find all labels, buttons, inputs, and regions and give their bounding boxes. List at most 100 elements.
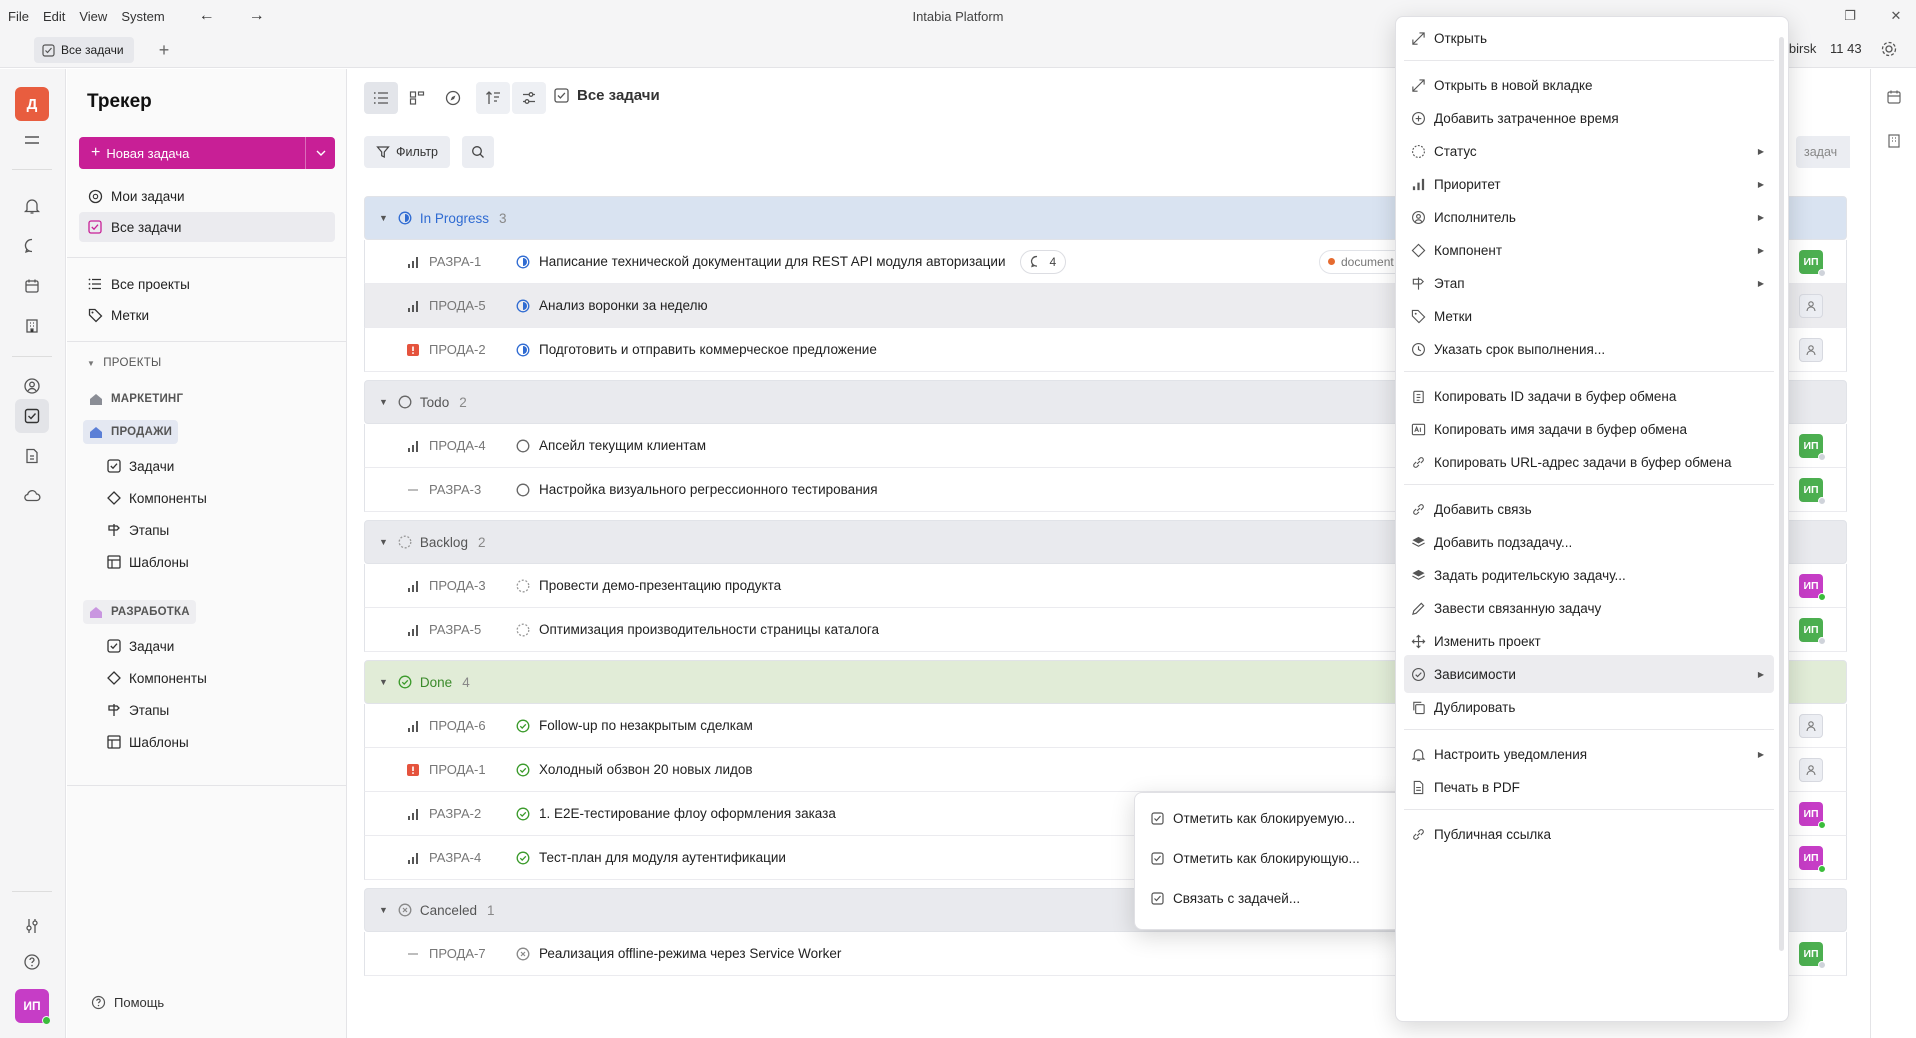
task-title[interactable]: Follow-up по незакрытым сделкам <box>539 718 753 733</box>
task-id[interactable]: РАЗРА-2 <box>429 806 515 821</box>
project-development[interactable]: РАЗРАБОТКА <box>83 600 196 624</box>
priority-bars-icon[interactable] <box>405 624 421 636</box>
task-title[interactable]: Реализация offline-режима через Service … <box>539 946 841 961</box>
dependency-option-0[interactable]: Отметить как блокируемую... <box>1143 799 1399 837</box>
dev-templates-item[interactable]: Шаблоны <box>107 729 189 755</box>
user-avatar[interactable]: ИП <box>15 989 51 1025</box>
context-menu-item-document-21[interactable]: Печать в PDF <box>1404 768 1774 806</box>
urgent-priority-icon[interactable] <box>405 343 421 356</box>
menu-edit[interactable]: Edit <box>43 9 65 24</box>
priority-bars-icon[interactable] <box>405 580 421 592</box>
context-menu-item-expand-0[interactable]: Открыть <box>1404 19 1774 57</box>
menu-file[interactable]: File <box>8 9 29 24</box>
view-options-icon[interactable] <box>512 82 546 114</box>
sidebar-item-all-tasks[interactable]: Все задачи <box>79 212 335 242</box>
backlog-status-icon[interactable] <box>515 622 531 638</box>
priority-bars-icon[interactable] <box>405 256 421 268</box>
task-title[interactable]: Оптимизация производительности страницы … <box>539 622 879 637</box>
todo-status-icon[interactable] <box>515 482 531 498</box>
assignee-avatar[interactable]: ИП <box>1799 477 1826 505</box>
task-id[interactable]: ПРОДА-7 <box>429 946 515 961</box>
help-question-icon[interactable] <box>15 945 49 979</box>
sidebar-item-my-tasks[interactable]: Мои задачи <box>79 181 335 211</box>
new-task-dropdown-chevron-icon[interactable] <box>305 137 335 169</box>
close-window-icon[interactable]: ✕ <box>1876 0 1916 32</box>
forward-arrow-icon[interactable]: → <box>249 7 265 25</box>
caret-down-icon[interactable]: ▼ <box>379 677 388 687</box>
menu-hamburger-icon[interactable] <box>15 123 49 157</box>
assignee-avatar[interactable]: ИП <box>1799 941 1826 969</box>
done-status-icon[interactable] <box>515 850 531 866</box>
calendar-icon[interactable] <box>1886 89 1902 105</box>
done-status-icon[interactable] <box>515 762 531 778</box>
sidebar-item-labels[interactable]: Метки <box>79 300 335 330</box>
dependency-option-2[interactable]: Связать с задачей... <box>1143 879 1399 917</box>
task-id[interactable]: ПРОДА-1 <box>429 762 515 777</box>
in-progress-status-icon[interactable] <box>515 342 531 358</box>
assignee-avatar[interactable] <box>1799 337 1823 362</box>
contacts-person-icon[interactable] <box>15 369 49 403</box>
priority-bars-icon[interactable] <box>405 808 421 820</box>
project-marketing[interactable]: МАРКЕТИНГ <box>83 387 189 411</box>
tracker-checkbox-icon[interactable] <box>15 399 49 433</box>
priority-bars-icon[interactable] <box>405 852 421 864</box>
new-task-button[interactable]: + Новая задача <box>79 137 335 169</box>
dev-components-item[interactable]: Компоненты <box>107 665 207 691</box>
timeline-compass-icon[interactable] <box>436 82 470 114</box>
assignee-avatar[interactable] <box>1799 293 1823 318</box>
task-id[interactable]: ПРОДА-5 <box>429 298 515 313</box>
in-progress-status-icon[interactable] <box>515 254 531 270</box>
assignee-avatar[interactable] <box>1799 713 1823 738</box>
task-title[interactable]: Написание технической документации для R… <box>539 254 1006 269</box>
task-id[interactable]: РАЗРА-4 <box>429 850 515 865</box>
cloud-sync-icon[interactable] <box>15 479 49 513</box>
sales-templates-item[interactable]: Шаблоны <box>107 549 189 575</box>
sales-milestones-item[interactable]: Этапы <box>107 517 169 543</box>
task-title[interactable]: Холодный обзвон 20 новых лидов <box>539 762 753 777</box>
task-id[interactable]: РАЗРА-3 <box>429 482 515 497</box>
search-button[interactable] <box>462 136 494 168</box>
backlog-status-icon[interactable] <box>515 578 531 594</box>
caret-down-icon[interactable]: ▼ <box>379 213 388 223</box>
task-id[interactable]: ПРОДА-3 <box>429 578 515 593</box>
task-id[interactable]: ПРОДА-6 <box>429 718 515 733</box>
assignee-avatar[interactable]: ИП <box>1799 573 1826 601</box>
task-title[interactable]: Тест-план для модуля аутентификации <box>539 850 786 865</box>
dev-tasks-item[interactable]: Задачи <box>107 633 174 659</box>
adjustments-sliders-icon[interactable] <box>15 909 49 943</box>
context-menu-item-copy-19[interactable]: Дублировать <box>1404 688 1774 726</box>
canceled-status-icon[interactable] <box>515 946 531 962</box>
restore-window-icon[interactable]: ❐ <box>1830 0 1870 32</box>
task-title[interactable]: Настройка визуального регрессионного тес… <box>539 482 878 497</box>
priority-bars-icon[interactable] <box>405 720 421 732</box>
notifications-bell-icon[interactable] <box>15 189 49 223</box>
dependency-option-1[interactable]: Отметить как блокирующую... <box>1143 839 1399 877</box>
messages-chat-icon[interactable] <box>15 229 49 263</box>
task-title[interactable]: Анализ воронки за неделю <box>539 298 708 313</box>
add-tab-button[interactable]: + <box>152 38 176 62</box>
caret-down-icon[interactable]: ▼ <box>379 397 388 407</box>
dev-milestones-item[interactable]: Этапы <box>107 697 169 723</box>
context-menu-item-link-22[interactable]: Публичная ссылка <box>1404 815 1774 853</box>
workspace-avatar[interactable]: Д <box>15 87 49 121</box>
assignee-avatar[interactable]: ИП <box>1799 433 1826 461</box>
list-view-icon[interactable] <box>364 82 398 114</box>
assignee-avatar[interactable] <box>1799 757 1823 782</box>
assignee-avatar[interactable]: ИП <box>1799 249 1826 277</box>
task-id[interactable]: РАЗРА-1 <box>429 254 515 269</box>
filter-button[interactable]: Фильтр <box>364 136 450 168</box>
projects-section-header[interactable]: ▼ ПРОЕКТЫ <box>79 357 162 369</box>
assignee-avatar[interactable]: ИП <box>1799 617 1826 645</box>
menu-view[interactable]: View <box>79 9 107 24</box>
no-priority-icon[interactable] <box>405 484 421 496</box>
office-building-icon[interactable] <box>1886 133 1902 149</box>
sort-order-icon[interactable] <box>476 82 510 114</box>
urgent-priority-icon[interactable] <box>405 763 421 776</box>
new-task-shortcut-chip[interactable]: задач <box>1796 136 1850 168</box>
help-link[interactable]: Помощь <box>91 995 164 1010</box>
documents-icon[interactable] <box>15 439 49 473</box>
sales-tasks-item[interactable]: Задачи <box>107 453 174 479</box>
task-title[interactable]: Апсейл текущим клиентам <box>539 438 706 453</box>
tab-all-tasks[interactable]: Все задачи <box>34 37 134 63</box>
task-id[interactable]: ПРОДА-4 <box>429 438 515 453</box>
